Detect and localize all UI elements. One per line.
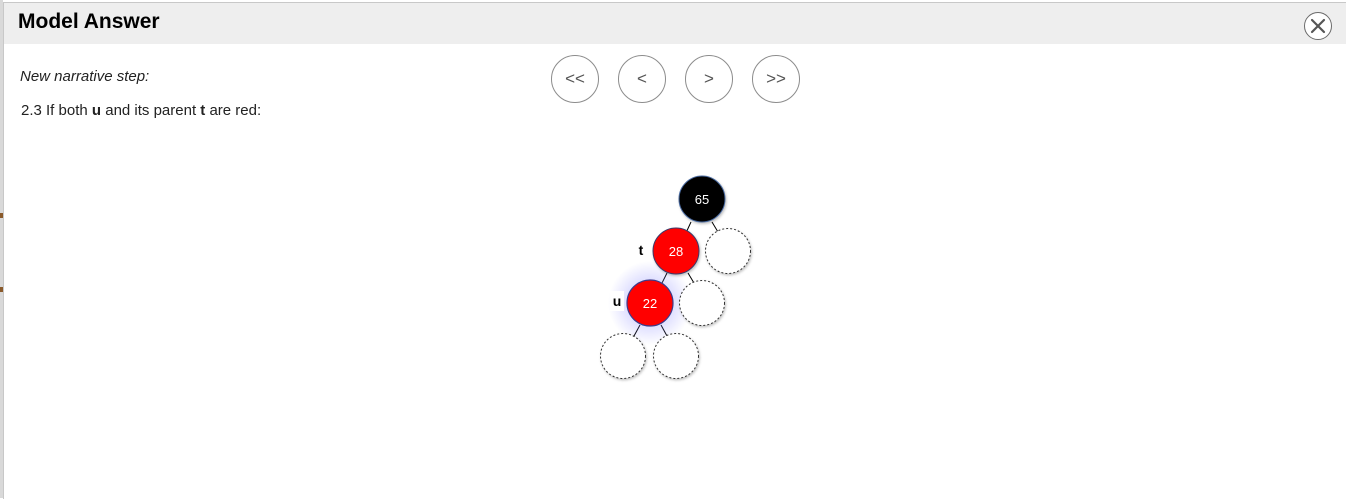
- tree-node-28: 28: [652, 227, 700, 275]
- model-answer-dialog: Model Answer New narrative step: 2.3 If …: [3, 2, 1346, 499]
- null-leaf-node: [705, 228, 751, 274]
- null-leaf-node: [600, 333, 646, 379]
- node-value: 22: [643, 296, 657, 311]
- tree-edge: [711, 221, 719, 233]
- node-value: 65: [695, 192, 709, 207]
- tree-edge: [687, 272, 695, 284]
- node-label-u: u: [613, 293, 622, 309]
- red-black-tree: 65 28 22 t u: [600, 175, 751, 379]
- null-leaf-node: [679, 280, 725, 326]
- null-leaf-node: [653, 333, 699, 379]
- tree-node-22: 22: [626, 279, 674, 327]
- node-label-t: t: [639, 242, 644, 258]
- tree-node-65: 65: [678, 175, 726, 223]
- node-value: 28: [669, 244, 683, 259]
